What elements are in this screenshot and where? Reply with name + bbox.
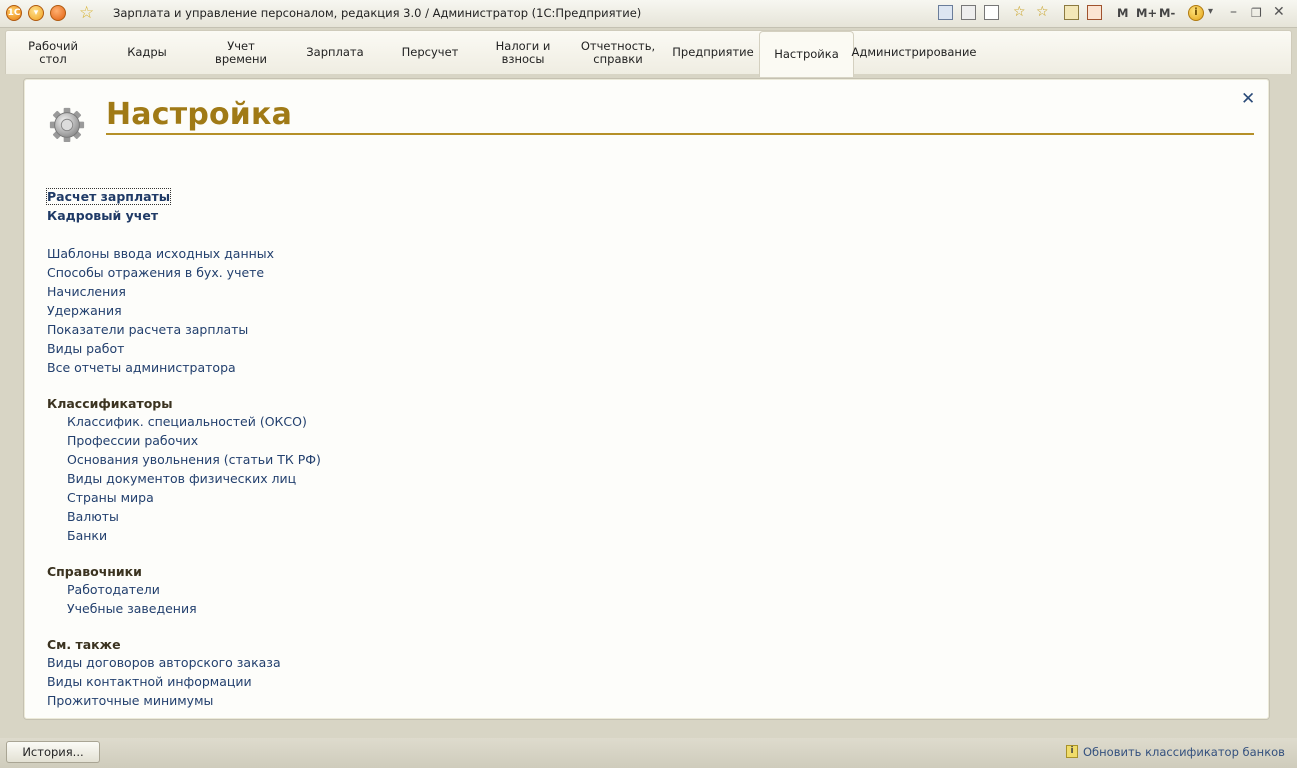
gear-icon — [49, 107, 85, 143]
preview-icon[interactable] — [984, 5, 999, 20]
link-employers[interactable]: Работодатели — [67, 582, 160, 597]
main-menu-icon[interactable]: ▾ — [28, 5, 44, 21]
link-dismissal-grounds[interactable]: Основания увольнения (статьи ТК РФ) — [67, 452, 321, 467]
section-pers-accounting[interactable]: Персучет — [386, 31, 474, 74]
save-icon[interactable] — [938, 5, 953, 20]
link-hr-settings[interactable]: Кадровый учет — [47, 208, 158, 223]
favorites-star-icon[interactable]: ☆ — [79, 3, 94, 23]
link-accounting-methods[interactable]: Способы отражения в бух. учете — [47, 265, 264, 280]
favorites-icon[interactable]: ☆ — [1036, 5, 1051, 20]
link-okso[interactable]: Классифик. специальностей (ОКСО) — [67, 414, 307, 429]
link-admin-reports[interactable]: Все отчеты администратора — [47, 360, 236, 375]
print-icon[interactable] — [961, 5, 976, 20]
font-decrease-button[interactable]: M- — [1159, 6, 1175, 20]
group-title-catalogs: Справочники — [47, 564, 142, 579]
calendar-icon[interactable] — [1087, 5, 1102, 20]
section-administration[interactable]: Администрирование — [852, 31, 977, 74]
link-worker-professions[interactable]: Профессии рабочих — [67, 433, 198, 448]
chevron-down-icon[interactable]: ▾ — [1208, 6, 1213, 17]
font-size-button[interactable]: M — [1117, 6, 1128, 20]
link-educational-institutions[interactable]: Учебные заведения — [67, 601, 197, 616]
content-panel: Настройка ✕ Расчет зарплаты Кадровый уче… — [23, 78, 1270, 720]
section-settings[interactable]: Настройка — [759, 31, 854, 77]
section-time-tracking[interactable]: Учет времени — [196, 31, 286, 74]
section-hr[interactable]: Кадры — [104, 31, 190, 74]
section-enterprise[interactable]: Предприятие — [668, 31, 758, 74]
link-countries[interactable]: Страны мира — [67, 490, 154, 505]
minimize-icon[interactable]: – — [1230, 4, 1237, 20]
link-payroll-indicators[interactable]: Показатели расчета зарплаты — [47, 322, 248, 337]
section-desktop[interactable]: Рабочий стол — [14, 31, 92, 74]
close-icon[interactable]: ✕ — [1241, 89, 1255, 109]
update-bank-classifier-link[interactable]: Обновить классификатор банков — [1083, 745, 1285, 759]
page-title: Настройка — [106, 97, 293, 132]
font-increase-button[interactable]: M+ — [1136, 6, 1157, 20]
link-banks[interactable]: Банки — [67, 528, 107, 543]
link-accruals[interactable]: Начисления — [47, 284, 126, 299]
group-title-see-also: См. также — [47, 637, 121, 652]
link-input-templates[interactable]: Шаблоны ввода исходных данных — [47, 246, 274, 261]
status-bar: История... i Обновить классификатор банк… — [0, 738, 1297, 768]
section-reports[interactable]: Отчетность, справки — [574, 31, 662, 74]
link-deductions[interactable]: Удержания — [47, 303, 122, 318]
window-title: Зарплата и управление персоналом, редакц… — [113, 6, 642, 20]
section-payroll[interactable]: Зарплата — [290, 31, 380, 74]
link-work-types[interactable]: Виды работ — [47, 341, 124, 356]
title-divider — [106, 133, 1254, 135]
calculator-icon[interactable] — [1064, 5, 1079, 20]
close-window-icon[interactable]: ✕ — [1273, 4, 1285, 20]
add-favorite-icon[interactable]: ☆ — [1013, 5, 1028, 20]
link-payroll-settings[interactable]: Расчет зарплаты — [45, 188, 172, 205]
link-contact-info-types[interactable]: Виды контактной информации — [47, 674, 252, 689]
link-author-contract-types[interactable]: Виды договоров авторского заказа — [47, 655, 281, 670]
info-icon: i — [1066, 745, 1078, 758]
link-subsistence-minimums[interactable]: Прожиточные минимумы — [47, 693, 213, 708]
link-currencies[interactable]: Валюты — [67, 509, 119, 524]
group-title-classifiers: Классификаторы — [47, 396, 173, 411]
restore-icon[interactable]: ❐ — [1251, 6, 1262, 20]
history-button[interactable]: История... — [6, 741, 100, 763]
link-id-document-types[interactable]: Виды документов физических лиц — [67, 471, 296, 486]
info-icon[interactable]: i — [1188, 5, 1204, 21]
sections-panel: Рабочий стол Кадры Учет времени Зарплата… — [5, 30, 1292, 77]
app-logo-icon[interactable]: 1С — [6, 5, 22, 21]
history-menu-icon[interactable] — [50, 5, 66, 21]
window-title-bar: 1С ▾ ☆ Зарплата и управление персоналом,… — [0, 0, 1297, 28]
section-taxes[interactable]: Налоги и взносы — [476, 31, 570, 74]
